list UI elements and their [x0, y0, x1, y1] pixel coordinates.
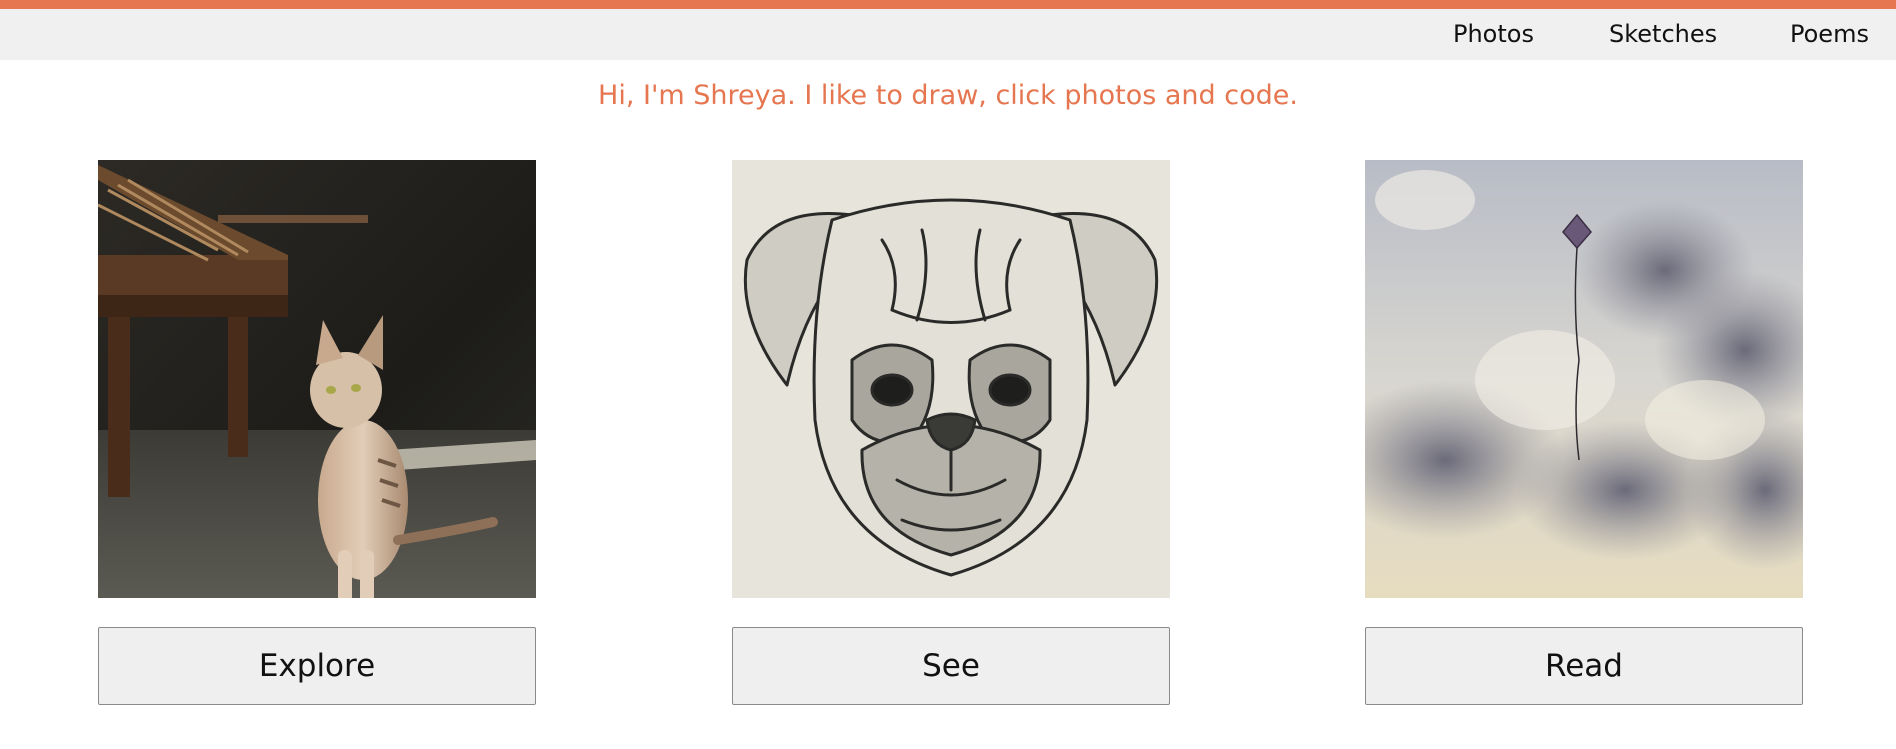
- nav-poems-link[interactable]: Poems: [1790, 9, 1869, 60]
- see-button[interactable]: See: [732, 627, 1170, 705]
- poems-card: Read: [1365, 160, 1803, 705]
- sketches-card: See: [732, 160, 1170, 705]
- pug-sketch-image: [732, 160, 1170, 598]
- nav-sketches-link[interactable]: Sketches: [1609, 9, 1717, 60]
- kite-sky-image: [1365, 160, 1803, 598]
- photos-card: Explore: [98, 160, 536, 705]
- navbar: Photos Sketches Poems: [0, 9, 1896, 60]
- nav-photos-link[interactable]: Photos: [1453, 9, 1534, 60]
- intro-tagline: Hi, I'm Shreya. I like to draw, click ph…: [598, 80, 1298, 111]
- top-accent-bar: [0, 0, 1896, 9]
- read-button[interactable]: Read: [1365, 627, 1803, 705]
- explore-button[interactable]: Explore: [98, 627, 536, 705]
- cat-photo-image: [98, 160, 536, 598]
